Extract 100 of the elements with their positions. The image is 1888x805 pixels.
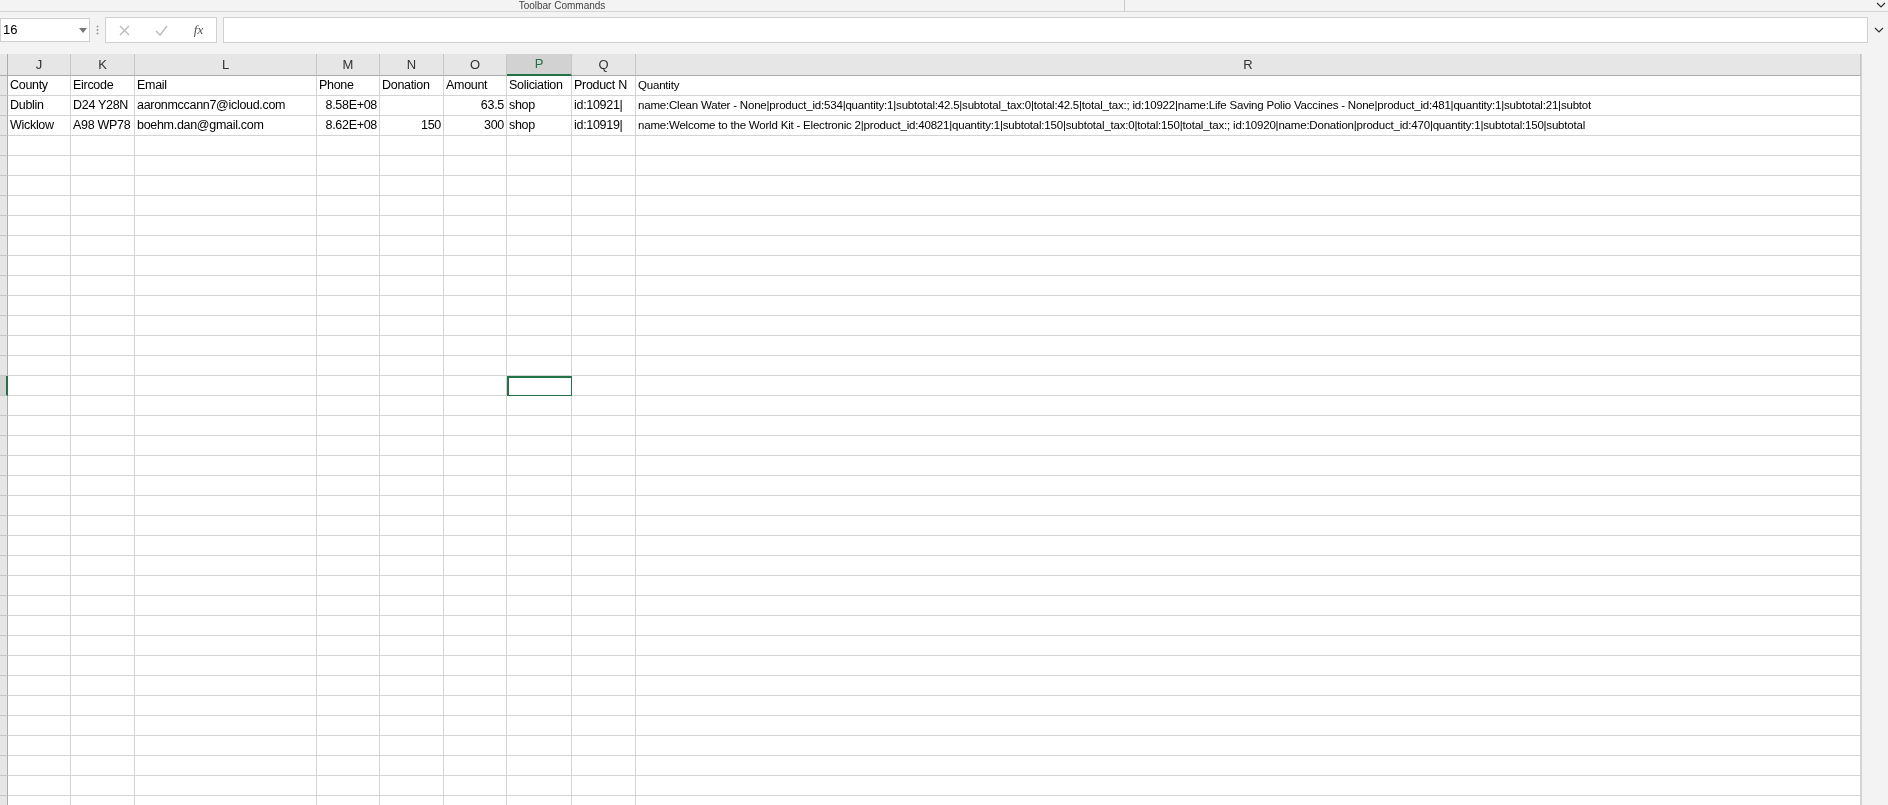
row-header[interactable] bbox=[0, 576, 8, 596]
row-header[interactable] bbox=[0, 756, 8, 776]
insert-function-button[interactable]: fx bbox=[193, 20, 204, 40]
row-header[interactable] bbox=[0, 476, 8, 496]
table-cell bbox=[71, 236, 135, 256]
table-cell bbox=[8, 476, 71, 496]
caret-icon[interactable] bbox=[79, 27, 87, 33]
column-header[interactable]: N bbox=[380, 54, 444, 76]
column-header[interactable]: P bbox=[507, 54, 572, 76]
column-header[interactable]: K bbox=[71, 54, 135, 76]
table-cell: id:10921| bbox=[572, 96, 636, 116]
table-cell bbox=[444, 636, 507, 656]
table-cell bbox=[71, 216, 135, 236]
table-cell bbox=[380, 596, 444, 616]
row-header[interactable] bbox=[0, 616, 8, 636]
row-header[interactable] bbox=[0, 196, 8, 216]
scrollbar-track[interactable] bbox=[1861, 54, 1888, 805]
column-header[interactable]: Q bbox=[572, 54, 636, 76]
row-header[interactable] bbox=[0, 416, 8, 436]
table-cell bbox=[317, 436, 380, 456]
table-cell bbox=[380, 236, 444, 256]
row-header[interactable] bbox=[0, 136, 8, 156]
table-cell bbox=[380, 516, 444, 536]
row-header[interactable] bbox=[0, 176, 8, 196]
active-cell[interactable] bbox=[507, 376, 572, 396]
table-cell bbox=[71, 736, 135, 756]
row-header[interactable] bbox=[0, 156, 8, 176]
column-header[interactable]: O bbox=[444, 54, 507, 76]
row-header[interactable] bbox=[0, 436, 8, 456]
table-cell bbox=[507, 436, 572, 456]
table-cell bbox=[71, 276, 135, 296]
table-cell bbox=[71, 336, 135, 356]
table-cell bbox=[8, 356, 71, 376]
row-header[interactable] bbox=[0, 776, 8, 796]
table-cell bbox=[507, 556, 572, 576]
row-header[interactable] bbox=[0, 276, 8, 296]
formula-input[interactable] bbox=[223, 17, 1868, 43]
table-cell bbox=[507, 736, 572, 756]
table-cell bbox=[317, 356, 380, 376]
table-cell bbox=[444, 356, 507, 376]
row-header[interactable] bbox=[0, 96, 8, 116]
row-header[interactable] bbox=[0, 496, 8, 516]
table-cell bbox=[8, 716, 71, 736]
table-cell bbox=[572, 236, 636, 256]
table-cell bbox=[507, 276, 572, 296]
more-options-icon[interactable] bbox=[96, 25, 99, 35]
table-cell bbox=[444, 296, 507, 316]
select-all-corner[interactable] bbox=[0, 54, 8, 76]
table-cell bbox=[572, 316, 636, 336]
row-header[interactable] bbox=[0, 396, 8, 416]
row-header[interactable] bbox=[0, 736, 8, 756]
row-header[interactable] bbox=[0, 336, 8, 356]
table-cell bbox=[71, 356, 135, 376]
row-header[interactable] bbox=[0, 216, 8, 236]
table-cell bbox=[572, 616, 636, 636]
table-cell bbox=[444, 516, 507, 536]
row-header[interactable] bbox=[0, 716, 8, 736]
row-header[interactable] bbox=[0, 356, 8, 376]
row-header[interactable] bbox=[0, 516, 8, 536]
row-header[interactable] bbox=[0, 116, 8, 136]
name-box[interactable]: 16 bbox=[0, 18, 90, 42]
row-header[interactable] bbox=[0, 556, 8, 576]
column-header[interactable]: J bbox=[8, 54, 71, 76]
row-header[interactable] bbox=[0, 656, 8, 676]
table-cell: 300 bbox=[444, 116, 507, 136]
row-header[interactable] bbox=[0, 376, 8, 396]
table-cell bbox=[71, 516, 135, 536]
row-header[interactable] bbox=[0, 236, 8, 256]
row-header[interactable] bbox=[0, 596, 8, 616]
table-cell bbox=[380, 96, 444, 116]
row-header[interactable] bbox=[0, 76, 8, 96]
table-cell bbox=[572, 556, 636, 576]
table-cell bbox=[380, 716, 444, 736]
row-header[interactable] bbox=[0, 256, 8, 276]
table-cell bbox=[71, 556, 135, 576]
row-header[interactable] bbox=[0, 696, 8, 716]
row-header[interactable] bbox=[0, 456, 8, 476]
table-cell bbox=[380, 176, 444, 196]
check-icon[interactable] bbox=[155, 24, 169, 36]
column-header[interactable]: M bbox=[317, 54, 380, 76]
column-header[interactable]: L bbox=[135, 54, 317, 76]
table-cell: 8.62E+08 bbox=[317, 116, 380, 136]
table-cell bbox=[317, 156, 380, 176]
table-cell bbox=[380, 356, 444, 376]
table-cell bbox=[507, 676, 572, 696]
table-cell bbox=[444, 236, 507, 256]
row-header[interactable] bbox=[0, 636, 8, 656]
chevron-down-icon[interactable] bbox=[1876, 2, 1886, 9]
table-cell bbox=[71, 636, 135, 656]
expand-icon[interactable] bbox=[1874, 26, 1884, 34]
table-cell bbox=[507, 156, 572, 176]
column-header[interactable]: R bbox=[636, 54, 1861, 76]
row-header[interactable] bbox=[0, 536, 8, 556]
row-header[interactable] bbox=[0, 296, 8, 316]
row-header[interactable] bbox=[0, 316, 8, 336]
cancel-icon[interactable] bbox=[118, 24, 130, 36]
table-cell: shop bbox=[507, 96, 572, 116]
table-cell bbox=[380, 656, 444, 676]
row-header[interactable] bbox=[0, 676, 8, 696]
table-cell bbox=[572, 576, 636, 596]
